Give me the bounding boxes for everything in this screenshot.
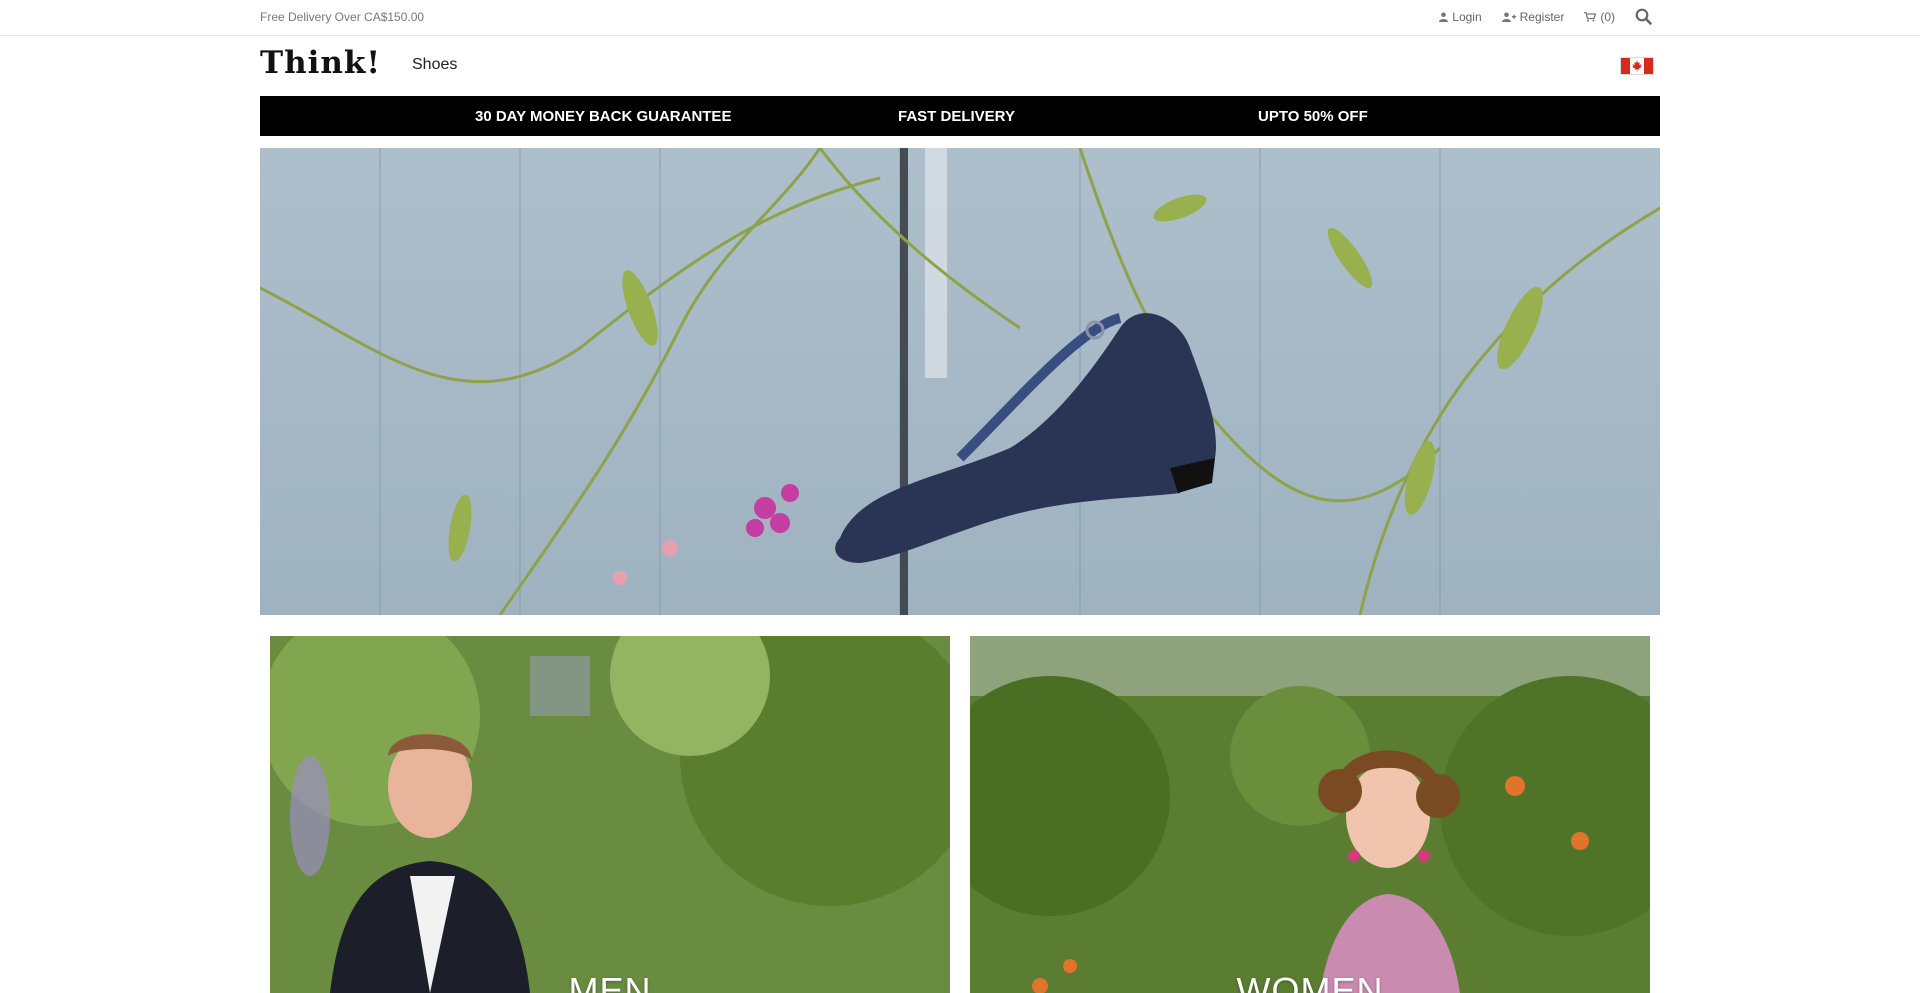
hero-banner[interactable]	[260, 148, 1660, 615]
category-women[interactable]: WOMEN	[970, 636, 1650, 993]
benefits-strip: 30 DAY MONEY BACK GUARANTEE FAST DELIVER…	[260, 96, 1660, 136]
register-label: Register	[1519, 9, 1565, 24]
nav-item-shoes[interactable]: Shoes	[412, 56, 457, 74]
hero-image	[260, 148, 1660, 615]
login-link[interactable]: Login	[1439, 9, 1482, 24]
cart-link[interactable]: (0)	[1584, 10, 1615, 24]
cart-count: (0)	[1600, 9, 1615, 24]
category-men-label: MEN	[568, 970, 652, 993]
user-plus-icon	[1501, 12, 1516, 22]
site-logo[interactable]: Think!	[260, 48, 381, 79]
search-icon	[1635, 8, 1652, 25]
login-label: Login	[1452, 9, 1482, 24]
search-button[interactable]	[1635, 8, 1652, 25]
utility-links: Login Register (0)	[1439, 8, 1652, 25]
sale-upto-50: UPTO 50% OFF	[1258, 108, 1368, 125]
free-delivery-text: Free Delivery Over CA$150.00	[260, 10, 425, 24]
women-category-image	[970, 636, 1650, 993]
money-back-guarantee: 30 DAY MONEY BACK GUARANTEE	[475, 108, 732, 125]
canada-flag-icon[interactable]	[1620, 57, 1654, 75]
fast-delivery: FAST DELIVERY	[898, 108, 1015, 125]
register-link[interactable]: Register	[1501, 9, 1565, 24]
utility-bar: Free Delivery Over CA$150.00 Login Regis…	[0, 0, 1920, 36]
men-category-image	[270, 636, 950, 993]
category-women-label: WOMEN	[1236, 970, 1384, 993]
site-header: Think! Shoes	[260, 36, 1660, 96]
shopping-cart-icon	[1584, 11, 1597, 22]
maple-leaf-icon	[1630, 58, 1644, 74]
user-icon	[1439, 12, 1449, 22]
category-men[interactable]: MEN	[270, 636, 950, 993]
